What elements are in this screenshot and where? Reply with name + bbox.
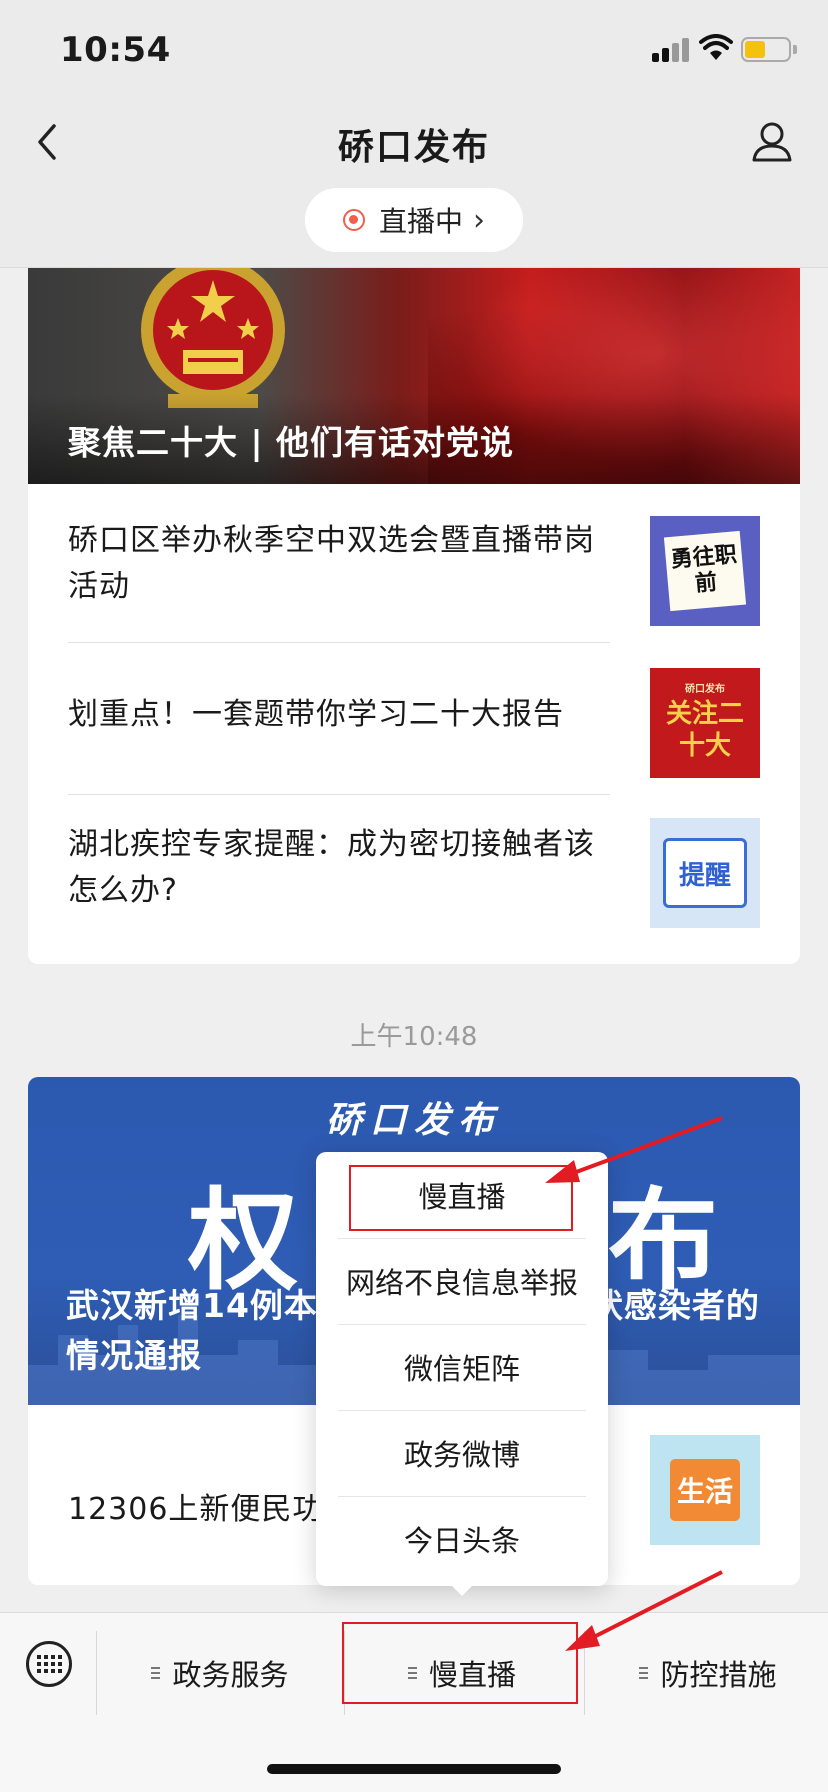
menu-tab-prevention[interactable]: 防控措施 — [588, 1633, 828, 1713]
thumbnail-text: 生活 — [670, 1459, 740, 1521]
menu-lines-icon — [639, 1667, 649, 1679]
message-timestamp: 上午10:48 — [350, 1022, 478, 1052]
submenu-item-report[interactable]: 网络不良信息举报 — [316, 1238, 608, 1324]
list-item[interactable]: 硚口区举办秋季空中双选会暨直播带岗活动 勇往职前 — [68, 508, 760, 648]
status-bar: 10:54 — [0, 0, 828, 96]
article-thumbnail: 提醒 — [650, 818, 760, 928]
menu-tab-label: 政务服务 — [172, 1658, 289, 1692]
battery-icon — [741, 37, 791, 62]
annotation-box-bottom-tab — [342, 1622, 578, 1704]
article-thumbnail: 勇往职前 — [650, 516, 760, 626]
divider — [584, 1631, 585, 1715]
submenu-item-toutiao[interactable]: 今日头条 — [316, 1496, 608, 1582]
list-item[interactable]: 划重点！一套题带你学习二十大报告 硚口发布 关注二十大 — [68, 660, 760, 790]
submenu-item-weibo[interactable]: 政务微博 — [316, 1410, 608, 1496]
thumbnail-text: 关注二十大 — [665, 699, 744, 761]
submenu-item-wechat-matrix[interactable]: 微信矩阵 — [316, 1324, 608, 1410]
article-title: 湖北疾控专家提醒：成为密切接触者该怎么办? — [68, 827, 595, 908]
annotation-box-popup-item — [349, 1165, 573, 1231]
menu-tab-gov-service[interactable]: 政务服务 — [100, 1633, 340, 1713]
article-group-1: 聚焦二十大 | 他们有话对党说 硚口区举办秋季空中双选会暨直播带岗活动 勇往职前… — [28, 268, 800, 964]
popup-pointer — [450, 1584, 474, 1596]
article-title: 12306上新便民功能 — [68, 1492, 355, 1527]
profile-icon[interactable] — [748, 118, 796, 166]
battery-cap — [793, 45, 797, 54]
keyboard-icon[interactable] — [26, 1641, 72, 1687]
banner-2-brand: 硚口发布 — [325, 1099, 502, 1141]
chevron-right-icon: › — [473, 202, 485, 238]
divider — [68, 794, 610, 795]
article-banner-1[interactable]: 聚焦二十大 | 他们有话对党说 — [28, 268, 800, 484]
live-dot-icon — [342, 209, 365, 231]
status-time: 10:54 — [60, 30, 171, 70]
banner-1-title: 聚焦二十大 | 他们有话对党说 — [68, 423, 515, 462]
divider — [68, 642, 610, 643]
menu-tab-label: 防控措施 — [660, 1658, 777, 1692]
home-indicator — [267, 1764, 561, 1774]
live-status-label: 直播中 — [378, 205, 463, 238]
article-title: 硚口区举办秋季空中双选会暨直播带岗活动 — [68, 523, 595, 604]
cellular-signal-icon — [652, 38, 692, 62]
chat-header: 硚口发布 直播中 › — [0, 96, 828, 268]
live-status-button[interactable]: 直播中 › — [305, 188, 523, 252]
thumbnail-text: 勇往职前 — [663, 530, 747, 612]
article-title: 划重点！一套题带你学习二十大报告 — [68, 697, 564, 732]
menu-lines-icon — [151, 1667, 161, 1679]
article-thumbnail: 生活 — [650, 1435, 760, 1545]
page-title: 硚口发布 — [337, 127, 490, 168]
thumbnail-small-text: 硚口发布 — [685, 684, 725, 695]
list-item[interactable]: 湖北疾控专家提醒：成为密切接触者该怎么办? 提醒 — [68, 810, 760, 950]
wifi-icon — [699, 34, 733, 60]
thumbnail-text: 提醒 — [663, 838, 747, 908]
divider — [96, 1631, 97, 1715]
article-thumbnail: 硚口发布 关注二十大 — [650, 668, 760, 778]
